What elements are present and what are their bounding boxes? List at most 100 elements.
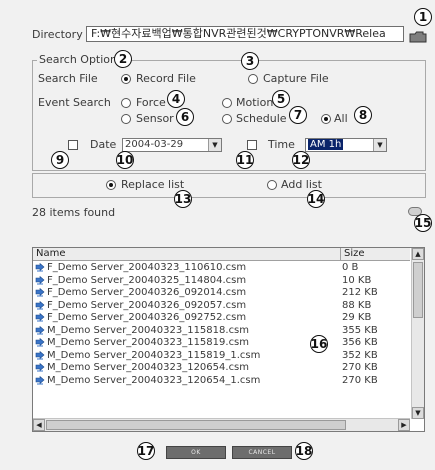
file-size: 352 KB — [342, 349, 378, 361]
chevron-down-icon[interactable]: ▼ — [373, 139, 386, 151]
file-icon — [35, 262, 45, 273]
file-list[interactable]: Name Size F_Demo Server_20040323_110610.… — [32, 247, 425, 432]
capture-file-label[interactable]: Capture File — [263, 72, 329, 85]
capture-file-radio[interactable] — [248, 74, 258, 84]
force-radio[interactable] — [121, 98, 131, 108]
date-checkbox[interactable] — [68, 140, 78, 150]
all-label[interactable]: All — [334, 112, 348, 125]
callout-1: 1 — [414, 8, 432, 26]
table-row[interactable]: F_Demo Server_20040326_092057.csm 88 KB — [33, 300, 410, 312]
file-size: 270 KB — [342, 362, 378, 373]
horizontal-scrollbar[interactable]: ◀ ▶ — [33, 418, 410, 431]
file-icon — [35, 300, 45, 311]
column-header-size[interactable]: Size — [340, 248, 410, 261]
date-label: Date — [90, 138, 117, 151]
file-name: F_Demo Server_20040325_114804.csm — [47, 274, 247, 286]
scroll-right-icon[interactable]: ▶ — [398, 419, 410, 431]
file-icon — [35, 287, 45, 298]
file-name: M_Demo Server_20040323_115819_1.csm — [47, 349, 261, 361]
record-file-radio[interactable] — [121, 74, 131, 84]
table-row[interactable]: F_Demo Server_20040326_092752.csm 29 KB — [33, 312, 410, 324]
callout-17: 17 — [137, 442, 155, 460]
time-select[interactable]: AM 1h ▼ — [305, 138, 387, 152]
event-search-label: Event Search — [38, 96, 111, 109]
vertical-scrollbar[interactable]: ▲ ▼ — [411, 248, 424, 419]
search-option-legend: Search Option — [37, 53, 119, 66]
table-row[interactable]: F_Demo Server_20040323_110610.csm 0 B — [33, 262, 410, 274]
callout-16: 16 — [310, 335, 328, 353]
file-name: M_Demo Server_20040323_120654.csm — [47, 362, 250, 373]
items-found-text: 28 items found — [32, 206, 116, 219]
folder-icon[interactable] — [409, 31, 427, 43]
file-name: M_Demo Server_20040323_115819.csm — [47, 337, 250, 348]
file-size: 10 KB — [342, 274, 372, 286]
file-size: 356 KB — [342, 337, 378, 348]
table-row[interactable]: M_Demo Server_20040323_120654_1.csm 270 K… — [33, 375, 410, 387]
time-value: AM 1h — [308, 139, 344, 150]
horizontal-scroll-thumb[interactable] — [46, 420, 346, 430]
callout-2: 2 — [114, 50, 132, 68]
sensor-radio[interactable] — [121, 114, 131, 124]
file-icon — [35, 325, 45, 336]
sensor-label[interactable]: Sensor — [136, 112, 174, 125]
file-icon — [35, 350, 45, 361]
file-icon — [35, 337, 45, 348]
file-size: 0 B — [342, 262, 359, 273]
scroll-down-icon[interactable]: ▼ — [412, 407, 424, 419]
callout-15: 15 — [414, 214, 432, 232]
file-icon — [35, 375, 45, 386]
ok-button[interactable]: OK — [166, 446, 226, 459]
callout-18: 18 — [295, 442, 313, 460]
table-row[interactable]: M_Demo Server_20040323_115818.csm 355 KB — [33, 325, 410, 337]
replace-list-radio[interactable] — [106, 180, 116, 190]
motion-radio[interactable] — [222, 98, 232, 108]
file-icon — [35, 312, 45, 323]
all-radio[interactable] — [321, 114, 331, 124]
schedule-label[interactable]: Schedule — [236, 112, 287, 125]
callout-10: 10 — [116, 151, 134, 169]
file-size: 270 KB — [342, 374, 378, 386]
file-size: 29 KB — [342, 312, 372, 323]
callout-9: 9 — [51, 151, 69, 169]
schedule-radio[interactable] — [222, 114, 232, 124]
table-row[interactable]: M_Demo Server_20040323_115819_1.csm 352 K… — [33, 350, 410, 362]
callout-7: 7 — [289, 106, 307, 124]
file-icon — [35, 275, 45, 286]
time-checkbox[interactable] — [247, 140, 257, 150]
date-value: 2004-03-29 — [125, 139, 184, 150]
file-name: M_Demo Server_20040323_115818.csm — [47, 324, 250, 336]
callout-5: 5 — [272, 90, 290, 108]
table-row[interactable]: M_Demo Server_20040323_115819.csm 356 KB — [33, 337, 410, 349]
list-mode-group — [32, 173, 426, 198]
table-row[interactable]: M_Demo Server_20040323_120654.csm 270 KB — [33, 362, 410, 374]
record-file-label[interactable]: Record File — [136, 72, 196, 85]
add-list-radio[interactable] — [267, 180, 277, 190]
time-label: Time — [268, 138, 295, 151]
file-name: F_Demo Server_20040323_110610.csm — [47, 262, 247, 273]
callout-4: 4 — [167, 90, 185, 108]
file-size: 212 KB — [342, 287, 378, 298]
motion-label[interactable]: Motion — [236, 96, 273, 109]
file-icon — [35, 362, 45, 373]
force-label[interactable]: Force — [136, 96, 166, 109]
table-row[interactable]: F_Demo Server_20040326_092014.csm 212 KB — [33, 287, 410, 299]
callout-8: 8 — [354, 106, 372, 124]
file-name: M_Demo Server_20040323_120654_1.csm — [47, 374, 261, 386]
scroll-thumb[interactable] — [413, 262, 423, 318]
cancel-button[interactable]: CANCEL — [232, 446, 292, 459]
table-row[interactable]: F_Demo Server_20040325_114804.csm 10 KB — [33, 275, 410, 287]
file-size: 355 KB — [342, 324, 378, 336]
file-size: 88 KB — [342, 299, 372, 311]
search-file-label: Search File — [38, 72, 98, 85]
date-select[interactable]: 2004-03-29 ▼ — [122, 138, 222, 152]
callout-13: 13 — [174, 190, 192, 208]
scroll-up-icon[interactable]: ▲ — [412, 248, 424, 260]
replace-list-label[interactable]: Replace list — [121, 178, 184, 191]
directory-path-field[interactable]: F:₩현수자료백업₩통합NVR관련된것₩CRYPTONVR₩Relea — [86, 26, 404, 42]
callout-6: 6 — [176, 108, 194, 126]
column-header-name[interactable]: Name — [33, 248, 340, 261]
chevron-down-icon[interactable]: ▼ — [208, 139, 221, 151]
callout-14: 14 — [307, 190, 325, 208]
scroll-left-icon[interactable]: ◀ — [33, 419, 45, 431]
file-name: F_Demo Server_20040326_092752.csm — [47, 312, 247, 323]
